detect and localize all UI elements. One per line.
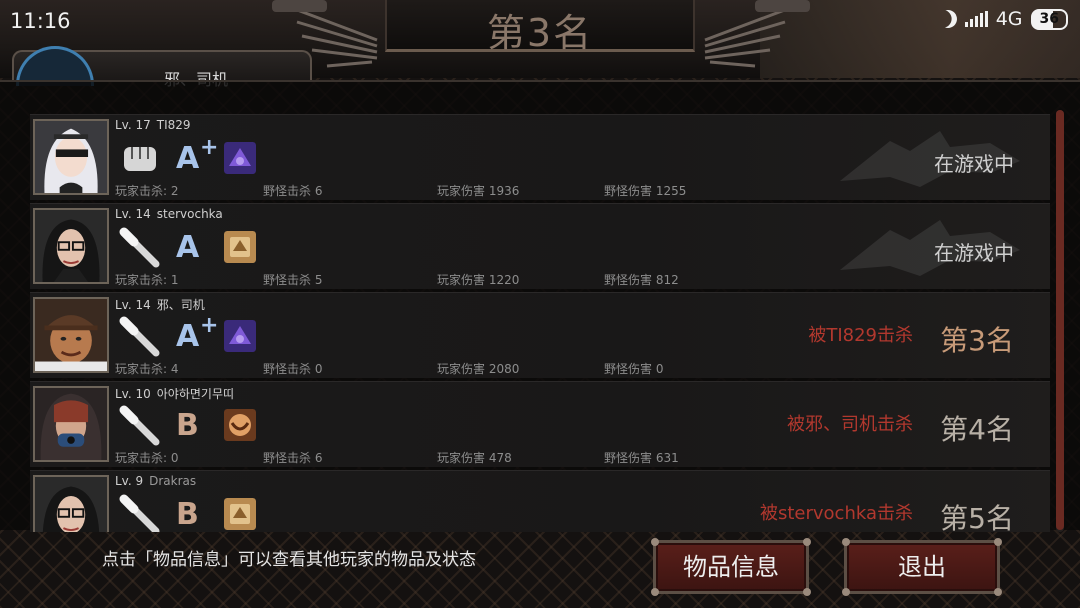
bat-icon <box>119 494 160 532</box>
grade-badge: A + <box>174 313 220 357</box>
player-avatar[interactable] <box>33 475 109 532</box>
player-kills: 玩家击杀: 1 <box>115 273 179 287</box>
player-loadout: A + <box>118 135 256 179</box>
player-level-name: Lv. 14 stervochka <box>115 207 223 221</box>
player-row[interactable]: Lv. 17 TI829 A + 玩家击杀: 2 野怪击杀 6 玩家伤害 1936 野怪伤害 … <box>30 114 1050 200</box>
killed-by-text: 被stervochka击杀 <box>759 503 913 524</box>
grade-badge: B <box>174 404 220 446</box>
player-row[interactable]: Lv. 10 아야하면기무띠 B 玩家击杀: 0 野怪击杀 6 玩家伤害 478 野怪伤害 … <box>30 381 1050 467</box>
monster-kills: 野怪击杀 6 <box>263 184 323 198</box>
monster-kills: 野怪击杀 6 <box>263 451 323 465</box>
scrollbar[interactable] <box>1056 110 1064 532</box>
player-status: 第5名 <box>940 502 1014 532</box>
signal-icon <box>964 11 988 27</box>
player-row[interactable]: Lv. 14 邪、司机 A + 玩家击杀: 4 野怪击杀 0 玩家伤害 2080 野怪伤害 0… <box>30 292 1050 378</box>
player-kills: 玩家击杀: 0 <box>115 451 179 465</box>
player-damage: 玩家伤害 2080 <box>437 362 520 376</box>
fist-icon <box>124 147 156 171</box>
player-loadout: B <box>118 493 256 532</box>
player-damage: 玩家伤害 1220 <box>437 273 520 287</box>
player-name: stervochka <box>156 207 223 221</box>
player-level: Lv. 14 <box>115 207 151 221</box>
quit-button[interactable]: 退出 <box>842 538 1002 596</box>
network-type: 4G <box>995 8 1023 30</box>
player-avatar[interactable] <box>33 297 109 373</box>
scroll-thumb[interactable] <box>1056 110 1064 530</box>
grade-badge: B <box>174 493 220 532</box>
player-kills: 玩家击杀: 2 <box>115 184 179 198</box>
monster-kills: 野怪击杀 5 <box>263 273 323 287</box>
player-status: 第4名 <box>940 413 1014 446</box>
wing-ornament-icon <box>704 0 810 68</box>
killed-by-text: 被邪、司机击杀 <box>787 414 913 435</box>
grade-letter: A <box>176 141 200 176</box>
player-loadout: B <box>118 404 256 446</box>
monster-damage: 野怪伤害 812 <box>604 273 679 287</box>
battery-level: 36 <box>1039 10 1059 27</box>
player-name: TI829 <box>156 118 191 132</box>
title-plate: 第3名 <box>385 0 695 55</box>
tan-item-icon <box>224 498 256 530</box>
monster-damage: 野怪伤害 1255 <box>604 184 687 198</box>
player-level-name: Lv. 10 아야하면기무띠 <box>115 385 234 402</box>
player-name: 아야하면기무띠 <box>156 387 235 401</box>
player-level: Lv. 17 <box>115 118 151 132</box>
grade-letter: B <box>176 497 199 532</box>
player-row[interactable]: Lv. 14 stervochka A 玩家击杀: 1 野怪击杀 5 玩家伤害 1220 野… <box>30 203 1050 289</box>
orange-item-icon <box>224 409 256 441</box>
player-damage: 玩家伤害 1936 <box>437 184 520 198</box>
tan-item-icon <box>224 231 256 263</box>
grade-plus: + <box>200 135 219 160</box>
player-level-name: Lv. 17 TI829 <box>115 118 191 132</box>
player-avatar[interactable] <box>33 208 109 284</box>
result-panel: Lv. 17 TI829 A + 玩家击杀: 2 野怪击杀 6 玩家伤害 1936 野怪伤害 … <box>0 80 1080 532</box>
player-loadout: A <box>118 226 256 268</box>
purple-item-icon <box>224 320 256 352</box>
monster-kills: 野怪击杀 0 <box>263 362 323 376</box>
killed-by-text: 被TI829击杀 <box>808 325 913 346</box>
monster-damage: 野怪伤害 631 <box>604 451 679 465</box>
clock: 11:16 <box>10 9 71 33</box>
player-status: 第3名 <box>940 324 1014 357</box>
game-result-screen: 11:16 4G 36 第3名 邪、司机 Lv. 17TI829A+玩家击杀: … <box>0 0 1080 608</box>
player-kills: 玩家击杀: 4 <box>115 362 179 376</box>
battery-icon: 36 <box>1030 8 1068 30</box>
player-status: 在游戏中 <box>934 152 1014 176</box>
player-row[interactable]: Lv. 9 Drakras B 被stervochka击杀 第5名 <box>30 470 1050 532</box>
player-level: Lv. 9 <box>115 474 144 488</box>
item-info-label: 物品信息 <box>683 553 779 581</box>
player-damage: 玩家伤害 478 <box>437 451 512 465</box>
bat-icon <box>119 316 160 357</box>
grade-letter: B <box>176 408 199 443</box>
grade-letter: A <box>176 230 200 265</box>
bat-icon <box>119 227 160 268</box>
grade-plus: + <box>200 313 219 338</box>
page-title: 第3名 <box>486 11 594 55</box>
player-name: 邪、司机 <box>156 298 205 312</box>
player-list[interactable]: Lv. 17 TI829 A + 玩家击杀: 2 野怪击杀 6 玩家伤害 1936 野怪伤害 … <box>30 114 1050 532</box>
player-level: Lv. 14 <box>115 298 151 312</box>
monster-damage: 野怪伤害 0 <box>604 362 664 376</box>
player-name: Drakras <box>149 474 197 488</box>
player-profile-tab[interactable]: 邪、司机 <box>12 46 312 89</box>
player-avatar[interactable] <box>33 386 109 462</box>
moon-icon <box>936 7 959 30</box>
player-avatar[interactable] <box>33 119 109 195</box>
player-loadout: A + <box>118 313 256 357</box>
item-info-button[interactable]: 物品信息 <box>651 538 811 596</box>
player-level-name: Lv. 14 邪、司机 <box>115 296 205 313</box>
grade-letter: A <box>176 319 200 354</box>
hint-text: 点击「物品信息」可以查看其他玩家的物品及状态 <box>102 550 476 570</box>
player-level: Lv. 10 <box>115 387 151 401</box>
grade-badge: A + <box>174 135 220 179</box>
bat-icon <box>119 405 160 446</box>
quit-label: 退出 <box>898 553 946 581</box>
grade-badge: A <box>174 226 220 268</box>
player-level-name: Lv. 9 Drakras <box>115 474 196 488</box>
purple-item-icon <box>224 142 256 174</box>
player-status: 在游戏中 <box>934 241 1014 265</box>
